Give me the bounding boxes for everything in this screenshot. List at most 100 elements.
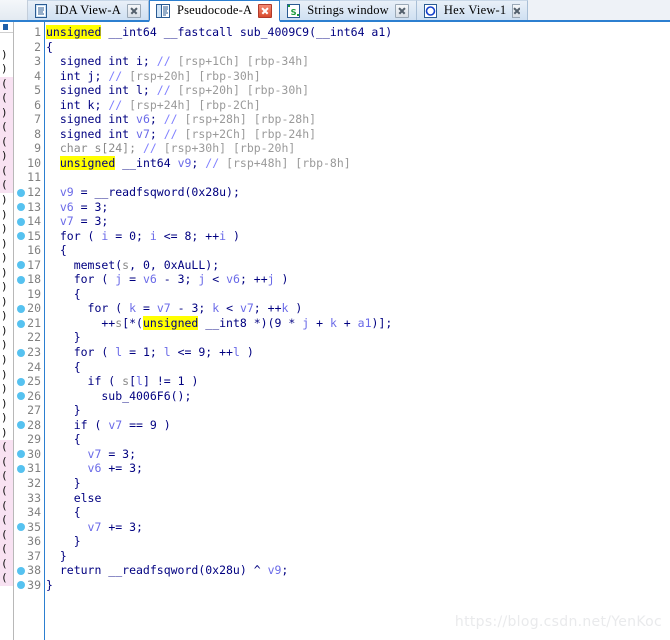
code-line[interactable]: 36 } — [14, 534, 670, 549]
line-text: for ( k = v7 - 3; k < v7; ++k ) — [46, 301, 303, 316]
code-line[interactable]: 11 — [14, 170, 670, 185]
line-number: 2 — [34, 39, 41, 54]
sliver-row: ) — [1, 367, 8, 381]
close-icon[interactable] — [394, 3, 409, 18]
line-number: 14 — [27, 214, 41, 229]
code-line[interactable]: 31 v6 += 3; — [14, 461, 670, 476]
line-number: 21 — [27, 315, 41, 330]
line-number: 24 — [27, 359, 41, 374]
code-line[interactable]: 5 signed int l; // [rsp+20h] [rbp-30h] — [14, 83, 670, 98]
code-line[interactable]: 37 } — [14, 549, 670, 564]
line-number: 28 — [27, 417, 41, 432]
line-text: int j; // [rsp+20h] [rbp-30h] — [46, 68, 261, 83]
code-line[interactable]: 9 char s[24]; // [rsp+30h] [rbp-20h] — [14, 141, 670, 156]
sliver-row: ) — [0, 149, 13, 164]
sliver-row — [0, 615, 13, 630]
tab-hex-view-1[interactable]: Hex View-1 — [416, 0, 529, 20]
sliver-row: ( — [0, 76, 13, 92]
code-line[interactable]: 4 int j; // [rsp+20h] [rbp-30h] — [14, 69, 670, 84]
code-line[interactable]: 35 v7 += 3; — [14, 520, 670, 535]
sliver-row: ( — [0, 120, 13, 135]
code-line[interactable]: 8 signed int v7; // [rsp+2Ch] [rbp-24h] — [14, 127, 670, 142]
line-number: 16 — [27, 243, 41, 258]
line-text: v7 += 3; — [87, 519, 143, 534]
tab-bar: IDA View-A Pseudocode-A s Strings window… — [0, 0, 670, 22]
code-line[interactable]: 12 v9 = __readfsqword(0x28u); — [14, 185, 670, 200]
code-line[interactable]: 39} — [14, 578, 670, 593]
line-number: 33 — [27, 490, 41, 505]
pseudocode-editor[interactable]: 1 unsigned __int64 __fastcall sub_4009C9(… — [14, 22, 670, 640]
line-text: char s[24]; // [rsp+30h] [rbp-20h] — [59, 141, 296, 156]
strings-window-icon: s — [286, 3, 301, 18]
code-line[interactable]: 29 { — [14, 432, 670, 447]
sliver-row: ) — [1, 353, 8, 367]
line-text: for ( i = 0; i <= 8; ++i ) — [46, 228, 240, 243]
tab-label: Hex View-1 — [443, 3, 507, 17]
close-icon[interactable] — [512, 3, 521, 18]
sliver-row: ( — [0, 163, 13, 179]
code-listing[interactable]: 1 unsigned __int64 __fastcall sub_4009C9(… — [14, 25, 670, 592]
code-line[interactable]: 25 if ( s[l] != 1 ) — [14, 374, 670, 389]
code-line[interactable]: 17 memset(s, 0, 0xAuLL); — [14, 258, 670, 273]
line-number: 6 — [34, 97, 41, 112]
code-line[interactable]: 24 { — [14, 360, 670, 375]
tab-ida-view-a[interactable]: IDA View-A — [28, 0, 149, 20]
sliver-row: ) — [1, 193, 8, 207]
line-number: 39 — [27, 577, 41, 592]
code-line[interactable]: 1 unsigned __int64 __fastcall sub_4009C9(… — [14, 25, 670, 40]
line-number: 10 — [27, 155, 41, 170]
code-line[interactable]: 7 signed int v6; // [rsp+28h] [rbp-28h] — [14, 112, 670, 127]
code-line[interactable]: 33 else — [14, 491, 670, 506]
code-line[interactable]: 22 } — [14, 330, 670, 345]
code-line[interactable]: 14 v7 = 3; — [14, 214, 670, 229]
code-line[interactable]: 15 for ( i = 0; i <= 8; ++i ) — [14, 229, 670, 244]
sliver-row: ) — [1, 251, 8, 265]
line-text: else — [46, 490, 102, 505]
code-line[interactable]: 19 { — [14, 287, 670, 302]
line-text: v7 = 3; — [87, 446, 137, 461]
code-line[interactable]: 3 signed int i; // [rsp+1Ch] [rbp-34h] — [14, 54, 670, 69]
code-line[interactable]: 2{ — [14, 40, 670, 55]
line-number: 5 — [34, 83, 41, 98]
adjacent-panel-sliver[interactable]: ))(()(()(()))))))))))))))))(((((((((( — [0, 22, 14, 640]
line-number: 9 — [34, 141, 41, 156]
sliver-row: ) — [1, 309, 8, 323]
code-line[interactable]: 10 unsigned __int64 v9; // [rsp+48h] [rb… — [14, 155, 670, 171]
code-line[interactable]: 34 { — [14, 505, 670, 520]
line-number: 29 — [27, 432, 41, 447]
code-line[interactable]: 18 for ( j = v6 - 3; j < v6; ++j ) — [14, 272, 670, 287]
sliver-row: ( — [0, 527, 13, 543]
code-line[interactable]: 28 if ( v7 == 9 ) — [14, 418, 670, 433]
code-line[interactable]: 6 int k; // [rsp+24h] [rbp-2Ch] — [14, 98, 670, 113]
tab-pseudocode-a[interactable]: Pseudocode-A — [148, 0, 281, 22]
sliver-row: ) — [1, 265, 8, 279]
code-line[interactable]: 21 ++s[*(unsigned __int8 *)(9 * j + k + … — [14, 315, 670, 331]
sliver-header — [0, 22, 13, 33]
code-line[interactable]: 32 } — [14, 476, 670, 491]
tab-strings-window[interactable]: s Strings window — [280, 0, 417, 20]
watermark: https://blog.csdn.net/YenKoc — [454, 614, 662, 630]
code-line[interactable]: 16 { — [14, 243, 670, 258]
line-text: } — [46, 403, 81, 418]
line-text: { — [46, 359, 81, 374]
sliver-row: ) — [0, 105, 13, 121]
close-icon[interactable] — [126, 3, 141, 18]
close-icon[interactable] — [258, 3, 273, 18]
line-number: 27 — [27, 403, 41, 418]
line-number: 11 — [27, 170, 41, 185]
code-line[interactable]: 38 return __readfsqword(0x28u) ^ v9; — [14, 563, 670, 578]
code-line[interactable]: 30 v7 = 3; — [14, 447, 670, 462]
code-line[interactable]: 13 v6 = 3; — [14, 200, 670, 215]
sliver-row: ( — [0, 454, 13, 470]
line-text: unsigned __int64 v9; // [rsp+48h] [rbp-8… — [59, 155, 351, 170]
code-line[interactable]: 27 } — [14, 403, 670, 418]
code-line[interactable]: 23 for ( l = 1; l <= 9; ++l ) — [14, 345, 670, 360]
code-line[interactable]: 26 sub_4006F6(); — [14, 389, 670, 404]
sliver-row: ) — [1, 338, 8, 352]
line-text: { — [46, 243, 67, 258]
sliver-row: ) — [1, 396, 8, 410]
line-number: 38 — [27, 563, 41, 578]
sliver-row: ( — [0, 91, 13, 106]
code-line[interactable]: 20 for ( k = v7 - 3; k < v7; ++k ) — [14, 301, 670, 316]
line-number: 8 — [34, 126, 41, 141]
